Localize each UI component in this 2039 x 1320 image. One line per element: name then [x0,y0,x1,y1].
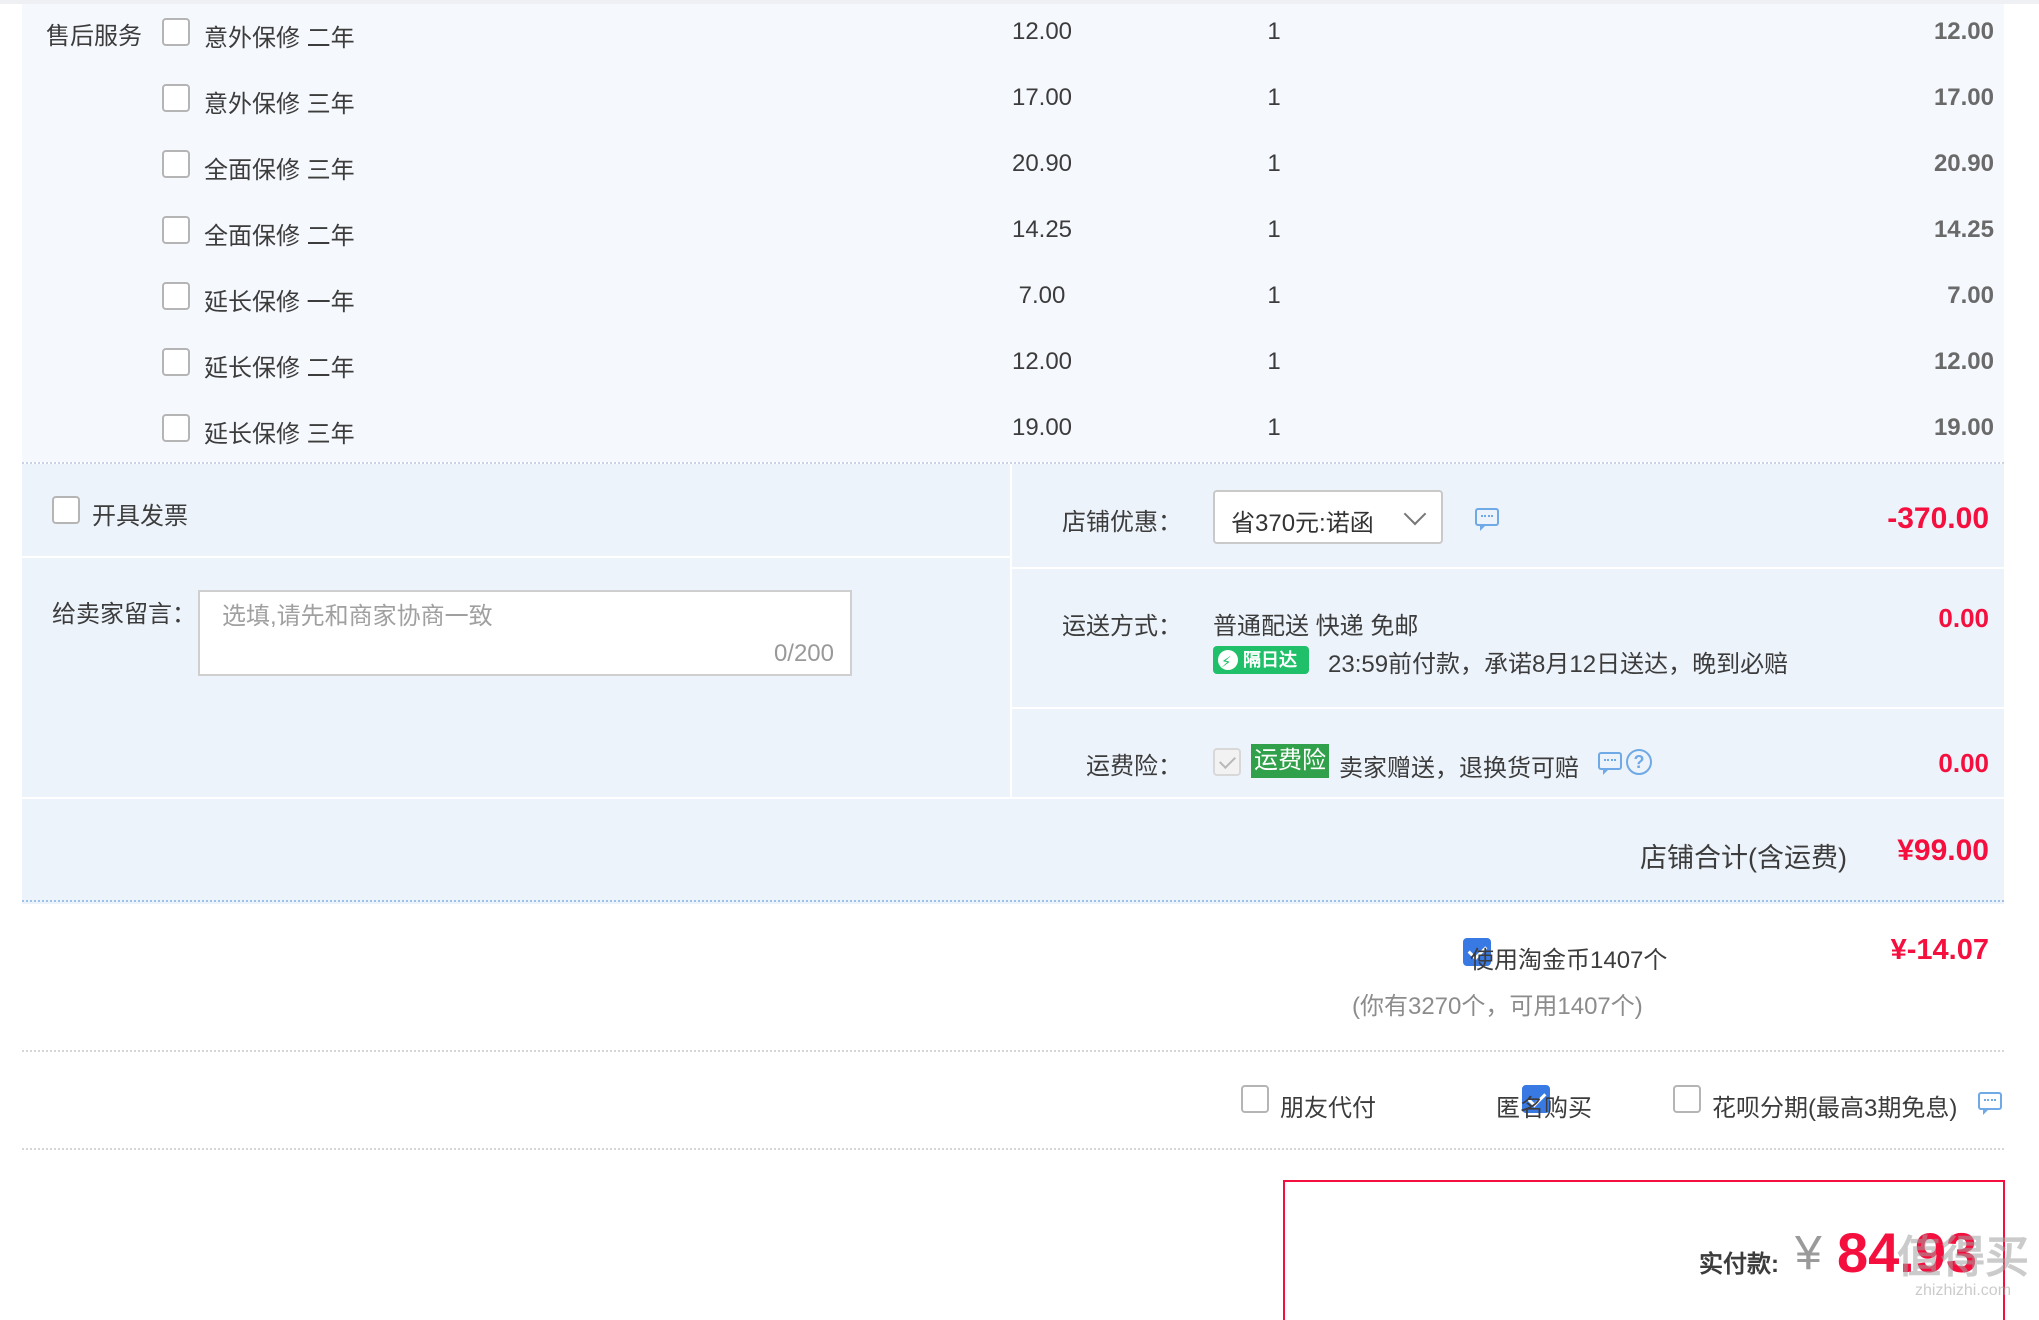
shop-discount-selected: 省370元:诺函 [1231,510,1374,537]
watermark-logo: 值得买 [1897,1233,2029,1282]
service-total: 12.00 [1933,18,1994,45]
shipping-amount: 0.00 [1938,603,1989,633]
divider [22,797,2004,799]
service-qty: 1 [1267,348,1281,375]
service-name: 延长保修 一年 [204,289,355,316]
service-price: 12.00 [1011,348,1073,375]
divider [1010,464,1012,798]
service-price: 7.00 [1018,282,1066,309]
lightning-icon [1218,649,1238,677]
service-checkbox[interactable] [162,348,190,376]
payment-label: 实付款: [1699,1251,1779,1278]
use-coins-label: 使用淘金币1407个 [1470,947,1668,974]
chat-icon[interactable] [1475,508,1499,531]
service-name: 全面保修 三年 [204,157,355,184]
shop-discount-label: 店铺优惠： [1062,509,1182,536]
service-qty: 1 [1267,414,1281,441]
service-qty: 1 [1267,150,1281,177]
service-price: 14.25 [1011,216,1073,243]
divider [22,556,1010,558]
chat-icon[interactable] [1598,752,1622,775]
service-row: 全面保修 三年 20.90 1 20.90 [22,146,2004,186]
friend-pay-checkbox[interactable] [1241,1085,1269,1113]
help-icon[interactable]: ? [1626,749,1652,775]
service-total: 19.00 [1933,414,1994,441]
shop-discount-select[interactable]: 省370元:诺函 [1213,490,1443,544]
service-checkbox[interactable] [162,216,190,244]
coins-amount: ¥-14.07 [1890,934,1989,966]
service-name: 延长保修 二年 [204,355,355,382]
chat-icon[interactable] [1978,1092,2002,1115]
service-row: 意外保修 三年 17.00 1 17.00 [22,80,2004,120]
service-row: 全面保修 二年 14.25 1 14.25 [22,212,2004,252]
freight-insurance-amount: 0.00 [1938,748,1989,778]
service-row: 延长保修 二年 12.00 1 12.00 [22,344,2004,384]
service-checkbox[interactable] [162,282,190,310]
service-price: 20.90 [1011,150,1073,177]
freight-insurance-checkbox [1213,748,1241,776]
message-input[interactable] [220,602,824,632]
service-total: 17.00 [1933,84,1994,111]
watermark-url: zhizhizhi.com [1914,1282,2012,1299]
service-name: 延长保修 三年 [204,421,355,448]
service-qty: 1 [1267,282,1281,309]
service-name: 意外保修 三年 [204,91,355,118]
service-row: 意外保修 二年 12.00 1 12.00 [22,14,2004,54]
shop-total-amount: ¥99.00 [1897,834,1989,867]
message-box: 0/200 [198,590,852,676]
freight-insurance-tag: 运费险 [1251,744,1329,778]
shipping-promise: 23:59前付款，承诺8月12日送达，晚到必赔 [1328,651,1789,678]
service-row: 延长保修 一年 7.00 1 7.00 [22,278,2004,318]
service-row: 延长保修 三年 19.00 1 19.00 [22,410,2004,450]
shop-total-label: 店铺合计(含运费) [1640,843,1847,873]
service-checkbox[interactable] [162,18,190,46]
coins-note: (你有3270个，可用1407个) [1352,993,1643,1020]
watermark: 值得买 zhizhizhi.com [1897,1234,2029,1300]
service-name: 全面保修 二年 [204,223,355,250]
service-qty: 1 [1267,18,1281,45]
divider [22,1148,2004,1150]
service-price: 12.00 [1011,18,1073,45]
service-total: 12.00 [1933,348,1994,375]
service-qty: 1 [1267,84,1281,111]
shipping-method: 普通配送 快递 免邮 [1213,613,1419,640]
divider [1012,567,2004,569]
currency-symbol: ¥ [1795,1227,1822,1280]
service-name: 意外保修 二年 [204,25,355,52]
service-checkbox[interactable] [162,414,190,442]
message-char-count: 0/200 [773,640,834,667]
chevron-down-icon [1403,502,1427,526]
divider [1012,707,2004,709]
service-qty: 1 [1267,216,1281,243]
shop-discount-amount: -370.00 [1887,502,1989,535]
invoice-label: 开具发票 [92,503,188,530]
service-checkbox[interactable] [162,84,190,112]
huabei-label: 花呗分期(最高3期免息) [1712,1095,1958,1122]
service-price: 19.00 [1011,414,1073,441]
divider [22,1050,2004,1052]
friend-pay-label: 朋友代付 [1280,1095,1376,1122]
service-total: 7.00 [1947,282,1994,309]
service-total: 20.90 [1933,150,1994,177]
invoice-checkbox[interactable] [52,496,80,524]
next-day-badge: 隔日达 [1213,646,1309,677]
divider [22,900,2004,902]
anonymous-label: 匿名购买 [1496,1095,1592,1122]
huabei-checkbox[interactable] [1673,1085,1701,1113]
freight-insurance-label: 运费险： [1086,753,1182,780]
service-checkbox[interactable] [162,150,190,178]
service-price: 17.00 [1011,84,1073,111]
message-label: 给卖家留言： [52,601,196,628]
service-total: 14.25 [1933,216,1994,243]
shipping-label: 运送方式： [1062,613,1182,640]
freight-insurance-desc: 卖家赠送，退换货可赔 [1339,755,1579,782]
